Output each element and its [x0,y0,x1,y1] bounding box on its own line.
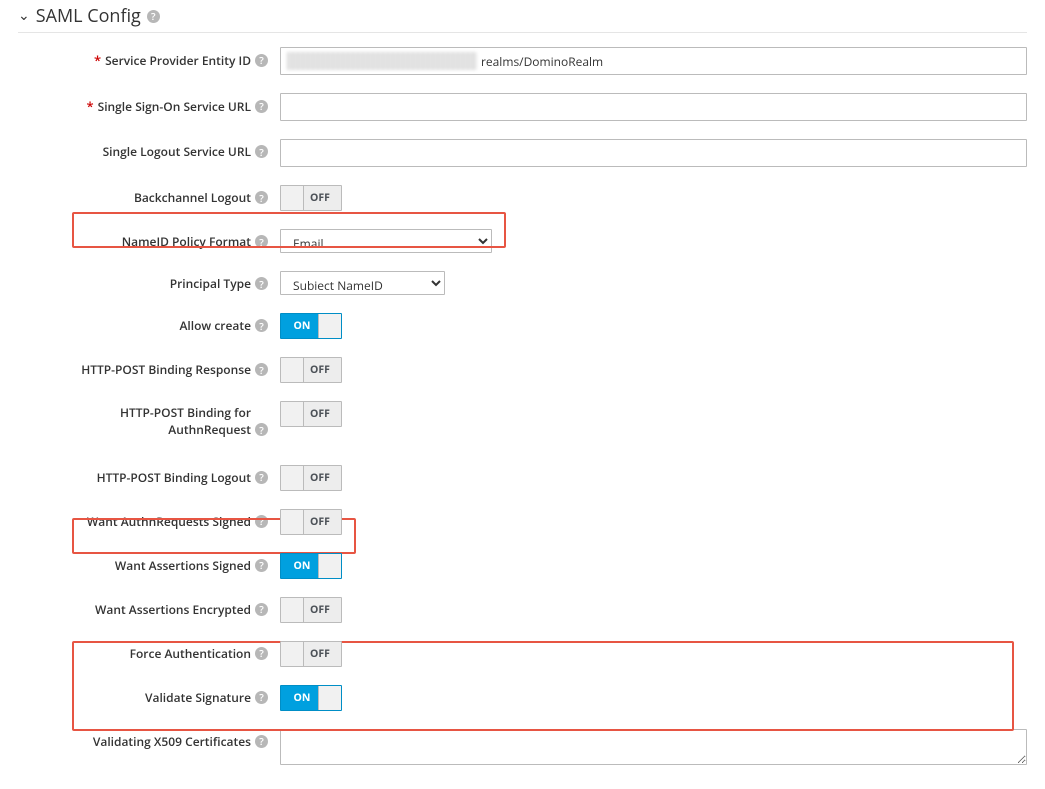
row-http-post-authn: HTTP-POST Binding for AuthnRequest OFF [18,401,1027,439]
backchannel-toggle[interactable]: OFF [280,185,342,211]
label-nameid-policy: NameID Policy Format [122,233,251,250]
row-want-authn-signed: Want AuthnRequests Signed OFF [18,509,1027,535]
row-http-post-resp: HTTP-POST Binding Response OFF [18,357,1027,383]
help-icon[interactable] [255,277,268,290]
validate-sig-toggle[interactable]: ON [280,685,342,711]
help-icon[interactable] [255,145,268,158]
row-slo-url: Single Logout Service URL [18,139,1027,167]
sso-url-input[interactable] [280,93,1027,121]
http-post-logout-toggle[interactable]: OFF [280,465,342,491]
label-sso-url: Single Sign-On Service URL [98,98,251,115]
label-force-authn: Force Authentication [130,645,251,662]
row-x509: Validating X509 Certificates [18,729,1027,765]
slo-url-input[interactable] [280,139,1027,167]
help-icon[interactable] [255,559,268,572]
help-icon[interactable] [255,191,268,204]
label-http-post-authn: HTTP-POST Binding for AuthnRequest [41,405,251,439]
help-icon[interactable] [255,691,268,704]
nameid-policy-select[interactable]: Email [280,229,492,253]
label-slo-url: Single Logout Service URL [103,143,251,160]
help-icon[interactable] [255,363,268,376]
saml-config-header[interactable]: ⌄ SAML Config [18,4,1027,33]
row-entity-id: * Service Provider Entity ID [18,47,1027,75]
principal-type-select[interactable]: Subject NameID [280,271,445,295]
row-want-assert-signed: Want Assertions Signed ON [18,553,1027,579]
label-backchannel: Backchannel Logout [134,189,251,206]
help-icon[interactable] [255,735,268,748]
want-assert-signed-toggle[interactable]: ON [280,553,342,579]
label-allow-create: Allow create [179,317,251,334]
help-icon[interactable] [255,471,268,484]
help-icon[interactable] [255,54,268,67]
label-http-post-resp: HTTP-POST Binding Response [81,361,251,378]
allow-create-toggle[interactable]: ON [280,313,342,339]
help-icon[interactable] [255,647,268,660]
http-post-resp-toggle[interactable]: OFF [280,357,342,383]
label-want-assert-enc: Want Assertions Encrypted [95,601,251,618]
help-icon[interactable] [255,423,268,436]
row-principal-type: Principal Type Subject NameID [18,271,1027,295]
help-icon[interactable] [255,603,268,616]
label-http-post-logout: HTTP-POST Binding Logout [97,469,251,486]
want-authn-signed-toggle[interactable]: OFF [280,509,342,535]
help-icon[interactable] [147,10,160,23]
row-nameid-policy: NameID Policy Format Email [18,229,1027,253]
row-sso-url: * Single Sign-On Service URL [18,93,1027,121]
section-title: SAML Config [36,4,141,28]
row-validate-sig: Validate Signature ON [18,685,1027,711]
required-asterisk: * [94,51,101,69]
saml-form: * Service Provider Entity ID * Single Si… [18,47,1027,765]
help-icon[interactable] [255,100,268,113]
help-icon[interactable] [255,515,268,528]
row-want-assert-enc: Want Assertions Encrypted OFF [18,597,1027,623]
required-asterisk: * [86,97,93,115]
force-authn-toggle[interactable]: OFF [280,641,342,667]
label-principal-type: Principal Type [170,275,251,292]
x509-input[interactable] [280,729,1027,765]
label-x509: Validating X509 Certificates [93,733,251,750]
label-want-assert-signed: Want Assertions Signed [115,557,251,574]
row-http-post-logout: HTTP-POST Binding Logout OFF [18,465,1027,491]
label-want-authn-signed: Want AuthnRequests Signed [87,513,251,530]
label-entity-id: Service Provider Entity ID [105,52,251,69]
help-icon[interactable] [255,319,268,332]
chevron-down-icon: ⌄ [18,9,30,23]
want-assert-enc-toggle[interactable]: OFF [280,597,342,623]
row-backchannel: Backchannel Logout OFF [18,185,1027,211]
http-post-authn-toggle[interactable]: OFF [280,401,342,427]
redacted-prefix [287,52,477,70]
help-icon[interactable] [255,235,268,248]
row-force-authn: Force Authentication OFF [18,641,1027,667]
row-allow-create: Allow create ON [18,313,1027,339]
label-validate-sig: Validate Signature [145,689,251,706]
